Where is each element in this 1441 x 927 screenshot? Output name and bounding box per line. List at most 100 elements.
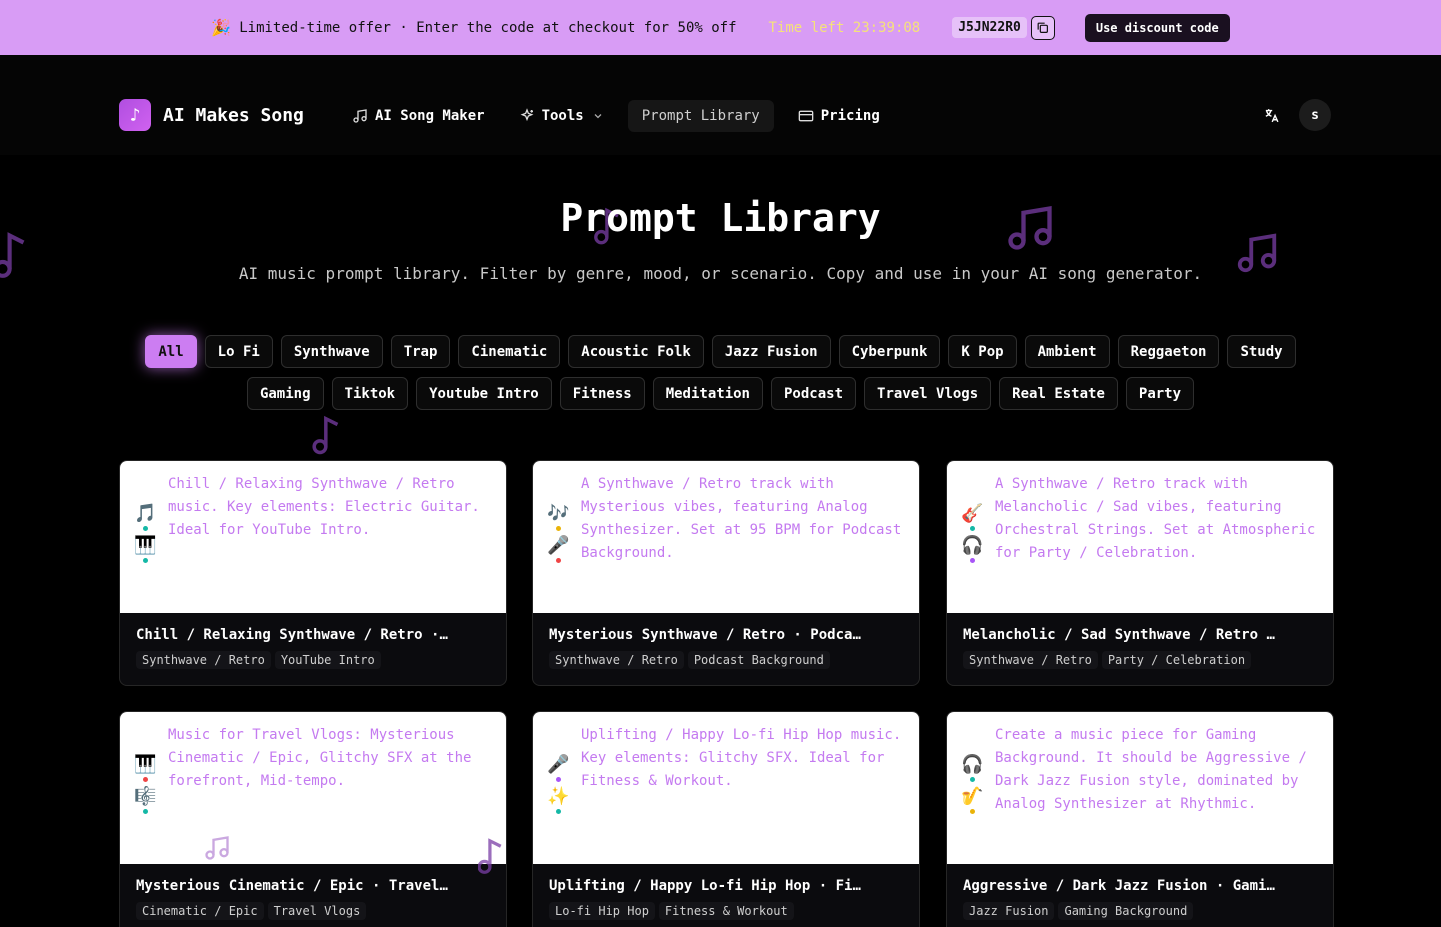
language-button[interactable] <box>1255 99 1287 131</box>
card-tags: Cinematic / Epic Travel Vlogs <box>136 902 490 920</box>
chevron-down-icon <box>594 114 602 119</box>
filter-chip[interactable]: Fitness <box>559 377 645 410</box>
tag: Jazz Fusion <box>963 902 1055 920</box>
card-footer: Melancholic / Sad Synthwave / Retro · Pa… <box>947 613 1333 669</box>
filter-chip[interactable]: Acoustic Folk <box>568 335 704 368</box>
dot-teal <box>969 777 975 782</box>
avatar[interactable]: s <box>1299 99 1331 131</box>
filter-chip[interactable]: Youtube Intro <box>416 377 552 410</box>
card-tags: Jazz Fusion Gaming Background <box>963 902 1317 920</box>
card-title: Mysterious Synthwave / Retro · Podcast B… <box>549 627 869 643</box>
page-title: Prompt Library <box>560 196 881 240</box>
card-footer: Chill / Relaxing Synthwave / Retro · You… <box>120 613 506 669</box>
prompt-card[interactable]: 🎧 🎷 Create a music piece for Gaming Back… <box>946 711 1334 927</box>
nav-label: Prompt Library <box>641 108 760 124</box>
card-tags: Lo-fi Hip Hop Fitness & Workout <box>549 902 903 920</box>
music-notes-icon <box>205 836 229 860</box>
card-title: Aggressive / Dark Jazz Fusion · Gaming B… <box>963 878 1283 894</box>
prompt-card[interactable]: 🎶 🎤 A Synthwave / Retro track with Myste… <box>532 460 920 686</box>
filter-chip[interactable]: Travel Vlogs <box>864 377 992 410</box>
nav-label: Tools <box>541 108 584 124</box>
card-tags: Synthwave / Retro Podcast Background <box>549 651 903 669</box>
prompt-card[interactable]: 🎹 🎼 Music for Travel Vlogs: Mysterious C… <box>119 711 507 927</box>
instrument-badge: 🎤 <box>547 535 569 563</box>
dot-teal <box>555 809 561 814</box>
instrument-badge: 🎷 <box>961 786 983 814</box>
nav-tools[interactable]: Tools <box>509 102 614 130</box>
filter-chip[interactable]: Gaming <box>246 377 324 410</box>
card-preview: 🎶 🎤 A Synthwave / Retro track with Myste… <box>533 461 919 613</box>
prompt-card[interactable]: 🎸 🎧 A Synthwave / Retro track with Melan… <box>946 460 1334 686</box>
filter-chip[interactable]: Cyberpunk <box>838 335 941 368</box>
instrument-icon: 🎧 <box>961 535 984 556</box>
site-header: ♪ AI Makes Song AI Song Maker Tools Prom… <box>0 55 1441 155</box>
prompt-card[interactable]: 🎤 ✨ Uplifting / Happy Lo-fi Hip Hop musi… <box>532 711 920 927</box>
nav-prompt-library[interactable]: Prompt Library <box>627 100 774 132</box>
filter-chip-all[interactable]: All <box>145 335 197 368</box>
instrument-badge: 🎧 <box>961 754 983 782</box>
dot-red <box>142 777 148 782</box>
nav-ai-song-maker[interactable]: AI Song Maker <box>342 102 495 130</box>
instrument-icon: 🎵 <box>134 503 157 524</box>
tag: Synthwave / Retro <box>549 651 684 669</box>
dot-teal <box>142 558 148 563</box>
instrument-badge: 🎵 <box>134 503 156 531</box>
use-discount-button[interactable]: Use discount code <box>1084 13 1230 42</box>
filter-chip[interactable]: Jazz Fusion <box>711 335 831 368</box>
filter-chip[interactable]: Lo Fi <box>204 335 273 368</box>
filter-chip[interactable]: Ambient <box>1024 335 1110 368</box>
instrument-badge: 🎹 <box>134 535 156 563</box>
tag: Synthwave / Retro <box>963 651 1098 669</box>
card-footer: Uplifting / Happy Lo-fi Hip Hop · Fitnes… <box>533 864 919 920</box>
dot-purple <box>969 558 975 563</box>
nav-pricing[interactable]: Pricing <box>788 102 890 130</box>
instrument-icon: 🎸 <box>961 503 984 524</box>
instrument-icon: 🎤 <box>547 535 570 556</box>
filter-chip[interactable]: Trap <box>390 335 451 368</box>
dot-red <box>555 558 561 563</box>
main-nav: AI Song Maker Tools Prompt Library Prici… <box>342 100 904 132</box>
instrument-badge: 🎧 <box>961 535 983 563</box>
music-note-icon <box>478 838 502 874</box>
card-footer: Aggressive / Dark Jazz Fusion · Gaming B… <box>947 864 1333 920</box>
logo[interactable]: ♪ AI Makes Song <box>119 99 304 131</box>
header-tools: s <box>1255 99 1331 131</box>
dot-teal <box>142 526 148 531</box>
filter-chip[interactable]: Real Estate <box>999 377 1118 410</box>
sparkles-icon <box>520 108 534 122</box>
filter-chip[interactable]: K Pop <box>948 335 1017 368</box>
instrument-icon: 🎷 <box>961 786 984 807</box>
filter-chip[interactable]: Reggaeton <box>1117 335 1220 368</box>
music-note-icon <box>312 415 339 455</box>
tag: Travel Vlogs <box>267 902 367 920</box>
filter-chip[interactable]: Meditation <box>652 377 763 410</box>
filter-chip[interactable]: Cinematic <box>458 335 561 368</box>
filter-chip[interactable]: Party <box>1125 377 1195 410</box>
promo-code-group: J5JN22R0 <box>952 15 1055 40</box>
copy-code-button[interactable] <box>1030 15 1055 40</box>
filter-chip[interactable]: Podcast <box>771 377 857 410</box>
card-title: Melancholic / Sad Synthwave / Retro · Pa… <box>963 627 1283 643</box>
music-note-icon <box>353 109 367 123</box>
card-preview: 🎤 ✨ Uplifting / Happy Lo-fi Hip Hop musi… <box>533 712 919 864</box>
card-description: Create a music piece for Gaming Backgrou… <box>995 727 1307 812</box>
prompt-card[interactable]: 🎵 🎹 Chill / Relaxing Synthwave / Retro m… <box>119 460 507 686</box>
instrument-badge: 🎸 <box>961 503 983 531</box>
card-preview: 🎹 🎼 Music for Travel Vlogs: Mysterious C… <box>120 712 506 864</box>
card-preview: 🎧 🎷 Create a music piece for Gaming Back… <box>947 712 1333 864</box>
credit-card-icon <box>798 110 814 122</box>
instrument-badge: 🎶 <box>547 503 569 531</box>
card-description: Uplifting / Happy Lo-fi Hip Hop music. K… <box>581 727 902 789</box>
translate-icon <box>1265 108 1279 122</box>
card-instrument-icons: 🎸 🎧 <box>961 503 983 563</box>
logo-text: AI Makes Song <box>163 104 304 126</box>
card-description: A Synthwave / Retro track with Melanchol… <box>995 476 1316 561</box>
tag: Lo-fi Hip Hop <box>549 902 655 920</box>
filter-chip[interactable]: Tiktok <box>331 377 409 410</box>
instrument-icon: ✨ <box>547 786 570 807</box>
filter-chip[interactable]: Synthwave <box>280 335 383 368</box>
tag: Podcast Background <box>687 651 830 669</box>
card-preview: 🎵 🎹 Chill / Relaxing Synthwave / Retro m… <box>120 461 506 613</box>
dot-teal <box>969 526 975 531</box>
filter-chip[interactable]: Study <box>1227 335 1296 368</box>
